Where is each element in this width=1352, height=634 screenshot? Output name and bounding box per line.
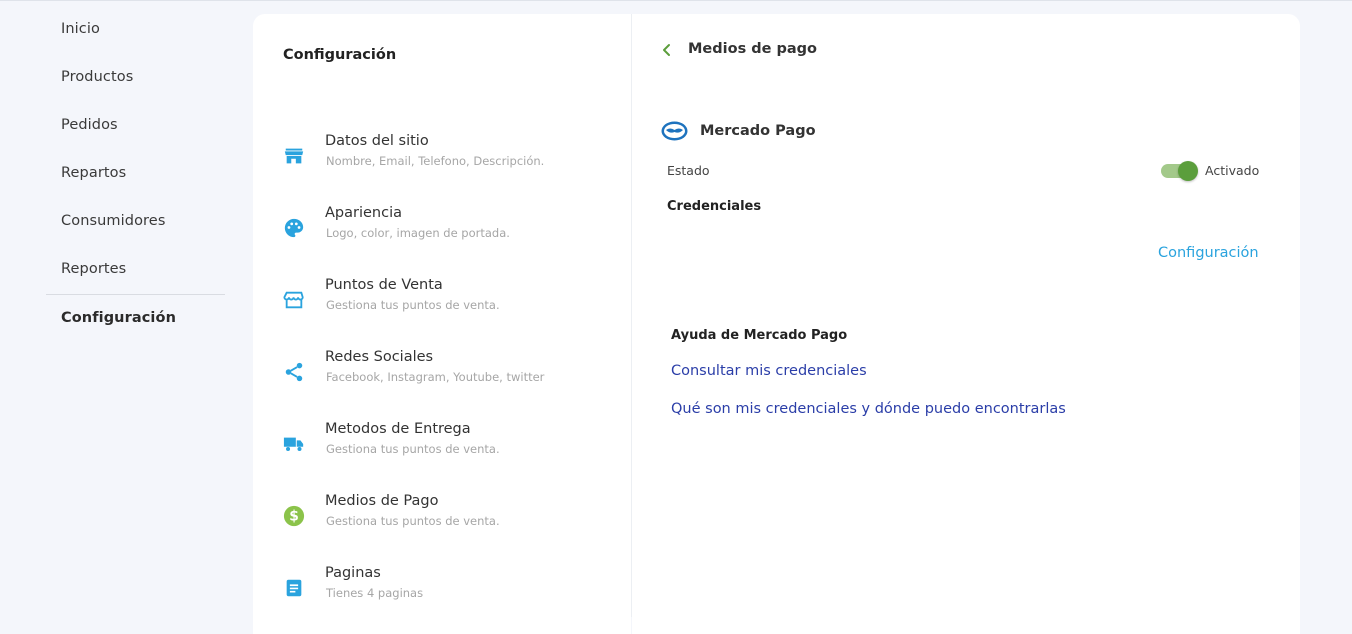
panel-divider [631,14,632,617]
settings-item-subtitle: Nombre, Email, Telefono, Descripción. [326,154,545,168]
sidebar-item-reportes[interactable]: Reportes [61,261,126,277]
document-icon [286,579,302,597]
sidebar-item-inicio[interactable]: Inicio [61,21,100,37]
settings-item-redes-sociales[interactable]: Redes Sociales Facebook, Instagram, Yout… [280,349,620,393]
sidebar-nav: Inicio Productos Pedidos Repartos Consum… [0,0,240,617]
settings-item-subtitle: Tienes 4 paginas [326,586,424,600]
settings-item-title: Medios de Pago [325,493,439,509]
settings-item-medios-de-pago[interactable]: $ Medios de Pago Gestiona tus puntos de … [280,493,620,537]
store-icon [284,148,304,164]
settings-item-title: Redes Sociales [325,349,434,365]
svg-text:$: $ [289,509,299,525]
palette-icon [284,218,304,238]
detail-title: Medios de pago [688,41,818,57]
settings-title: Configuración [283,47,397,63]
sidebar-divider [46,294,225,295]
settings-item-datos-del-sitio[interactable]: Datos del sitio Nombre, Email, Telefono,… [280,133,620,177]
settings-item-title: Datos del sitio [325,133,429,149]
credentials-title: Credenciales [667,199,762,214]
truck-icon [283,437,304,452]
sidebar-item-pedidos[interactable]: Pedidos [61,117,118,133]
settings-item-title: Apariencia [325,205,402,221]
configuration-link[interactable]: Configuración [1158,245,1259,261]
settings-item-subtitle: Gestiona tus puntos de venta. [326,514,500,528]
settings-item-apariencia[interactable]: Apariencia Logo, color, imagen de portad… [280,205,620,249]
sidebar-item-configuracion[interactable]: Configuración [61,310,176,326]
help-title: Ayuda de Mercado Pago [671,328,848,343]
help-link-que-son[interactable]: Qué son mis credenciales y dónde puedo e… [671,401,1066,417]
sidebar-item-productos[interactable]: Productos [61,69,133,85]
provider-name: Mercado Pago [700,123,816,139]
mercado-pago-logo [661,121,688,141]
status-label: Estado [667,163,710,178]
settings-panel [253,14,631,634]
status-value: Activado [1205,163,1260,178]
status-toggle[interactable] [1161,161,1199,181]
settings-item-subtitle: Facebook, Instagram, Youtube, twitter [326,370,545,384]
settings-item-subtitle: Gestiona tus puntos de venta. [326,298,500,312]
detail-panel [632,14,1300,634]
settings-item-title: Paginas [325,565,381,581]
settings-item-paginas[interactable]: Paginas Tienes 4 paginas [280,565,620,609]
toggle-knob [1178,161,1198,181]
help-link-consultar[interactable]: Consultar mis credenciales [671,363,867,379]
share-icon [285,362,303,382]
settings-item-subtitle: Gestiona tus puntos de venta. [326,442,500,456]
sidebar-item-consumidores[interactable]: Consumidores [61,213,165,229]
settings-item-metodos-de-entrega[interactable]: Metodos de Entrega Gestiona tus puntos d… [280,421,620,465]
settings-item-puntos-de-venta[interactable]: Puntos de Venta Gestiona tus puntos de v… [280,277,620,321]
settings-item-title: Puntos de Venta [325,277,443,293]
storefront-icon [283,291,304,309]
sidebar-item-repartos[interactable]: Repartos [61,165,126,181]
dollar-icon: $ [283,505,305,527]
settings-item-subtitle: Logo, color, imagen de portada. [326,226,510,240]
settings-item-title: Metodos de Entrega [325,421,471,437]
chevron-left-icon[interactable] [660,43,674,57]
